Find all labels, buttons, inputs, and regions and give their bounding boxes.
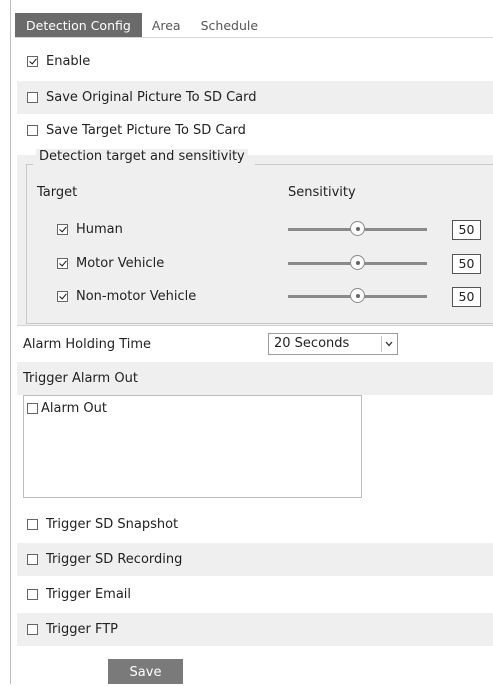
tab-area[interactable]: Area <box>142 13 191 38</box>
trigger-alarm-out-row: Trigger Alarm Out <box>17 362 493 395</box>
trigger-email-row: Trigger Email <box>17 578 493 611</box>
target-non-motor-vehicle: Non-motor Vehicle <box>57 289 196 304</box>
alarm-out-checkbox[interactable] <box>27 403 38 414</box>
trigger-sd-recording-label: Trigger SD Recording <box>46 552 183 567</box>
trigger-sd-recording-row: Trigger SD Recording <box>17 543 493 576</box>
trigger-alarm-out-label: Trigger Alarm Out <box>23 371 138 386</box>
human-slider-thumb-icon[interactable] <box>350 221 365 236</box>
alarm-holding-value: 20 Seconds <box>274 336 350 351</box>
non-motor-vehicle-sensitivity-slider[interactable] <box>288 288 427 303</box>
enable-checkbox[interactable] <box>27 56 38 67</box>
motor-vehicle-slider-thumb-icon[interactable] <box>350 255 365 270</box>
target-header: Target <box>37 185 78 200</box>
tab-divider <box>15 37 493 38</box>
save-original-row: Save Original Picture To SD Card <box>17 81 493 114</box>
tab-detection-config[interactable]: Detection Config <box>15 13 142 38</box>
save-original-checkbox[interactable] <box>27 92 38 103</box>
trigger-ftp-row: Trigger FTP <box>17 613 493 646</box>
trigger-sd-snapshot-row: Trigger SD Snapshot <box>17 508 493 541</box>
tab-bar: Detection Config Area Schedule <box>15 13 268 38</box>
trigger-email-label: Trigger Email <box>46 587 132 602</box>
alarm-holding-label: Alarm Holding Time <box>23 337 152 352</box>
alarm-out-list[interactable]: Alarm Out <box>23 395 362 498</box>
sensitivity-header: Sensitivity <box>288 185 356 200</box>
target-motor-vehicle: Motor Vehicle <box>57 256 164 271</box>
non-motor-vehicle-slider-thumb-icon[interactable] <box>350 288 365 303</box>
save-target-row: Save Target Picture To SD Card <box>17 114 493 147</box>
motor-vehicle-sensitivity-value[interactable]: 50 <box>452 254 481 274</box>
enable-label: Enable <box>46 54 91 69</box>
trigger-ftp-label: Trigger FTP <box>46 622 118 637</box>
non-motor-vehicle-checkbox[interactable] <box>57 291 68 302</box>
motor-vehicle-sensitivity-slider[interactable] <box>288 255 427 270</box>
list-item: Alarm Out <box>27 401 107 416</box>
non-motor-vehicle-label: Non-motor Vehicle <box>76 289 197 304</box>
save-target-checkbox[interactable] <box>27 125 38 136</box>
trigger-sd-snapshot-checkbox[interactable] <box>27 519 38 530</box>
trigger-sd-recording-checkbox[interactable] <box>27 554 38 565</box>
alarm-out-label: Alarm Out <box>41 401 107 416</box>
alarm-holding-select[interactable]: 20 Seconds <box>268 333 398 355</box>
tab-schedule[interactable]: Schedule <box>191 13 268 38</box>
target-human: Human <box>57 222 123 237</box>
chevron-down-icon[interactable] <box>381 336 395 352</box>
human-label: Human <box>76 222 123 237</box>
human-sensitivity-slider[interactable] <box>288 221 427 236</box>
motor-vehicle-label: Motor Vehicle <box>76 256 165 271</box>
trigger-email-checkbox[interactable] <box>27 589 38 600</box>
detection-group-legend: Detection target and sensitivity <box>36 149 248 164</box>
human-sensitivity-value[interactable]: 50 <box>452 220 481 240</box>
non-motor-vehicle-sensitivity-value[interactable]: 50 <box>452 287 481 307</box>
save-target-label: Save Target Picture To SD Card <box>46 123 246 138</box>
trigger-ftp-checkbox[interactable] <box>27 624 38 635</box>
motor-vehicle-checkbox[interactable] <box>57 258 68 269</box>
save-original-label: Save Original Picture To SD Card <box>46 90 257 105</box>
save-button[interactable]: Save <box>108 659 183 684</box>
human-checkbox[interactable] <box>57 224 68 235</box>
trigger-sd-snapshot-label: Trigger SD Snapshot <box>46 517 179 532</box>
page-left-border <box>10 0 11 684</box>
enable-row: Enable <box>17 45 493 78</box>
